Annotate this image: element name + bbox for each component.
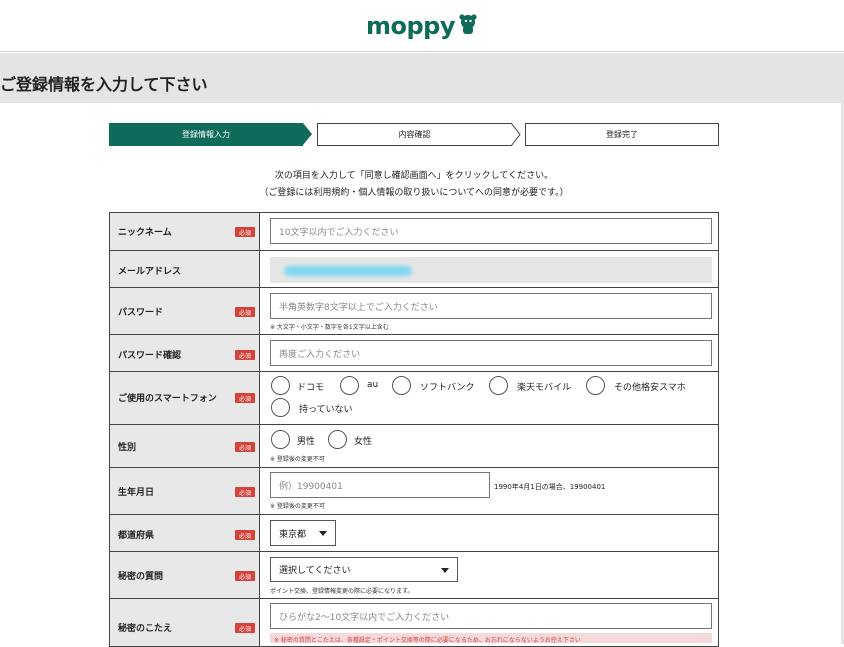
required-badge: 必須 — [235, 350, 255, 360]
moppy-logo[interactable]: moppy — [366, 10, 478, 42]
form-row-prefecture: 都道府県 必須 東京都 — [110, 514, 718, 551]
logo-text: moppy — [366, 12, 456, 40]
required-badge: 必須 — [235, 571, 255, 581]
gender-note: ※ 登録後の変更不可 — [270, 456, 325, 463]
secret-answer-label: 秘密のこたえ — [118, 624, 173, 634]
prefecture-label: 都道府県 — [118, 531, 155, 541]
birthday-note: ※ 登録後の変更不可 — [270, 503, 325, 510]
required-badge: 必須 — [235, 487, 255, 497]
secret-answer-input[interactable]: ひらがな2〜10文字以内でご入力ください — [270, 603, 712, 629]
birthday-input[interactable]: 例）19900401 — [270, 472, 490, 498]
form-row-password-confirm: パスワード確認 必須 再度ご入力ください — [110, 334, 718, 371]
radio-softbank[interactable] — [392, 376, 411, 395]
prefecture-select[interactable]: 東京都 — [270, 520, 336, 546]
form-row-secret-question: 秘密の質問 必須 選択してください ポイント交換、登録情報変更の際に必要になりま… — [110, 551, 718, 598]
smartphone-label: ご使用のスマートフォン — [118, 394, 217, 404]
secret-question-label: 秘密の質問 — [118, 572, 164, 582]
required-badge: 必須 — [235, 227, 255, 237]
radio-label-rakuten: 楽天モバイル — [517, 383, 572, 393]
birthday-hint: 1990年4月1日の場合、19900401 — [494, 483, 606, 491]
password-confirm-label: パスワード確認 — [118, 351, 182, 361]
password-label: パスワード — [118, 308, 164, 318]
required-badge: 必須 — [235, 623, 255, 633]
form-row-secret-answer: 秘密のこたえ 必須 ひらがな2〜10文字以内でご入力ください ※ 秘密の質問とこ… — [110, 598, 718, 646]
registration-form: ニックネーム 必須 10文字以内でご入力ください メールアドレス パスワード 必… — [109, 212, 719, 647]
step-confirm: 内容確認 — [317, 123, 512, 146]
email-label: メールアドレス — [118, 267, 182, 277]
step-arrow — [511, 123, 521, 146]
chevron-down-icon — [441, 567, 449, 573]
page-title: ご登録情報を入力して下さい — [0, 75, 208, 94]
moppy-mascot-icon — [459, 14, 477, 34]
nickname-label: ニックネーム — [118, 228, 172, 238]
form-row-password: パスワード 必須 半角英数字8文字以上でご入力ください ※ 大文字・小文字・数字… — [110, 287, 718, 334]
redacted-email — [284, 266, 412, 276]
intro-consent-text: （ご登録には利用規約・個人情報の取り扱いについてへの同意が必要です。） — [259, 188, 569, 198]
secret-question-note: ポイント交換、登録情報変更の際に必要になります。 — [270, 588, 414, 595]
radio-docomo[interactable] — [271, 376, 290, 395]
radio-label-female: 女性 — [354, 437, 373, 447]
radio-none[interactable] — [271, 398, 290, 417]
secret-answer-note: ※ 秘密の質問とこたえは、各種設定・ポイント交換等の際に必要になるため、お忘れに… — [274, 637, 581, 644]
gender-label: 性別 — [118, 443, 137, 453]
secret-question-select[interactable]: 選択してください — [270, 557, 458, 582]
form-row-smartphone: ご使用のスマートフォン 必須 ドコモ au ソフトバンク 楽天モバイル その他格… — [110, 371, 718, 424]
required-badge: 必須 — [235, 307, 255, 317]
password-input[interactable]: 半角英数字8文字以上でご入力ください — [270, 293, 712, 319]
intro-text: 次の項目を入力して「同意し確認画面へ」をクリックしてください。 — [274, 171, 554, 181]
birthday-label: 生年月日 — [118, 488, 155, 498]
step-input: 登録情報入力 — [109, 123, 303, 146]
radio-label-other-budget: その他格安スマホ — [614, 383, 686, 393]
form-row-nickname: ニックネーム 必須 10文字以内でご入力ください — [110, 213, 718, 250]
form-row-gender: 性別 必須 男性 女性 ※ 登録後の変更不可 — [110, 424, 718, 467]
prefecture-value: 東京都 — [279, 529, 307, 540]
radio-label-au: au — [367, 380, 379, 390]
required-badge: 必須 — [235, 442, 255, 452]
email-field — [270, 257, 712, 283]
password-note: ※ 大文字・小文字・数字を各1文字以上含む — [270, 324, 389, 331]
step-arrow — [303, 123, 312, 145]
step-progress: 登録情報入力 内容確認 登録完了 — [109, 123, 719, 146]
radio-label-male: 男性 — [297, 437, 316, 447]
required-badge: 必須 — [235, 393, 255, 403]
form-row-birthday: 生年月日 必須 例）19900401 1990年4月1日の場合、19900401… — [110, 467, 718, 514]
radio-rakuten[interactable] — [489, 376, 508, 395]
radio-label-none: 持っていない — [299, 405, 353, 415]
radio-label-docomo: ドコモ — [297, 383, 325, 393]
radio-other-budget[interactable] — [586, 376, 605, 395]
site-header: moppy — [0, 0, 844, 52]
required-badge: 必須 — [235, 530, 255, 540]
radio-label-softbank: ソフトバンク — [420, 383, 475, 393]
radio-male[interactable] — [271, 430, 290, 449]
nickname-input[interactable]: 10文字以内でご入力ください — [270, 218, 712, 244]
form-row-email: メールアドレス — [110, 250, 718, 287]
password-confirm-input[interactable]: 再度ご入力ください — [270, 340, 712, 366]
radio-female[interactable] — [328, 430, 347, 449]
step-complete: 登録完了 — [525, 123, 719, 146]
secret-question-value: 選択してください — [279, 566, 351, 576]
radio-au[interactable] — [340, 376, 359, 395]
chevron-down-icon — [319, 531, 327, 536]
